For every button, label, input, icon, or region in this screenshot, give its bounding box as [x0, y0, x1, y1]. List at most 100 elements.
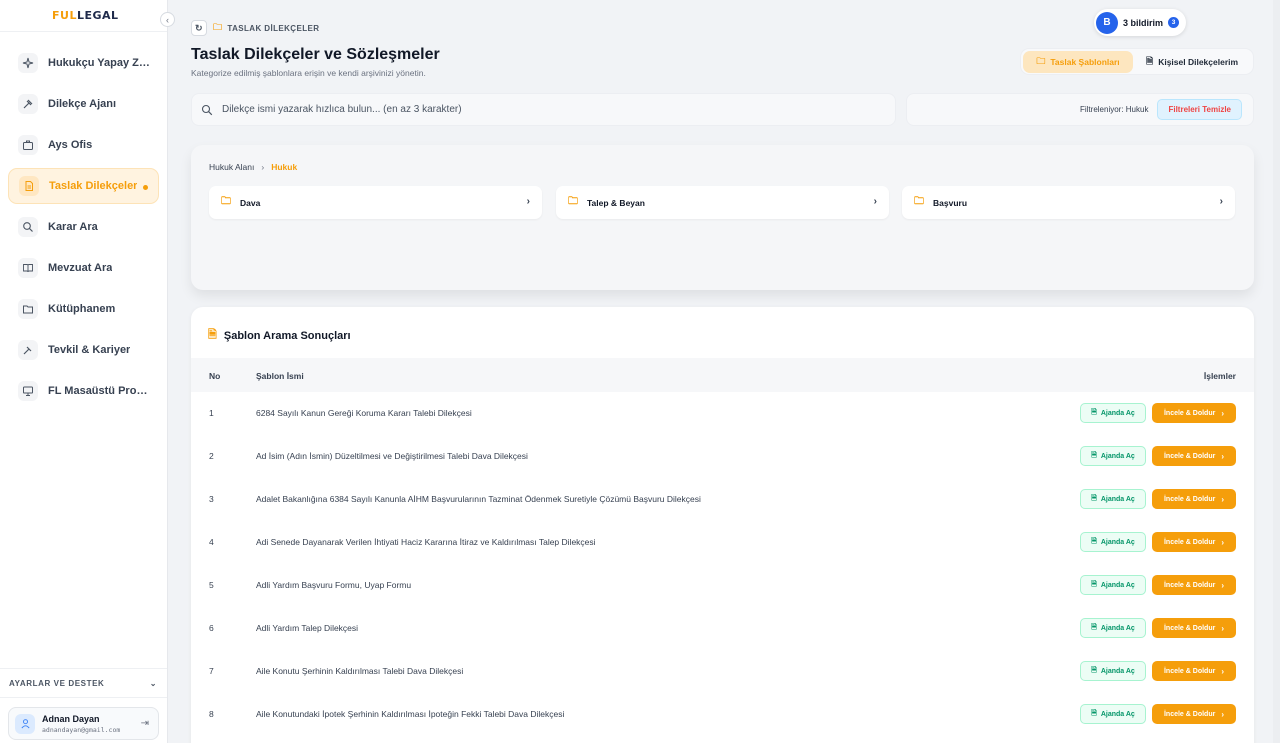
results-panel: 🗎 Şablon Arama Sonuçları No Şablon İsmi …	[191, 307, 1254, 743]
sidebar-item-karar-ara[interactable]: Karar Ara	[8, 209, 159, 245]
template-name[interactable]: Adli Yardım Başvuru Formu, Uyap Formu	[256, 580, 411, 590]
user-name: Adnan Dayan	[42, 713, 100, 724]
tab-kisisel-dilekcelerim[interactable]: 🗎 Kişisel Dilekçelerim	[1133, 51, 1251, 73]
open-agenda-button[interactable]: 🗎 Ajanda Aç	[1080, 489, 1146, 509]
button-label: İncele & Doldur	[1163, 409, 1216, 417]
folder-icon: 🗀	[213, 22, 223, 32]
breadcrumb-current: Hukuk	[271, 162, 298, 172]
tab-label: Taslak Şablonları	[1050, 56, 1120, 67]
category-card-dava[interactable]: 🗀 Dava ›	[209, 186, 542, 219]
sidebar-nav: Hukukçu Yapay Zeka Dilekçe Ajanı Ays Ofi…	[0, 32, 167, 409]
review-fill-button[interactable]: İncele & Doldur ›	[1152, 446, 1236, 466]
review-fill-button[interactable]: İncele & Doldur ›	[1152, 532, 1236, 552]
document-icon: 🗎	[1091, 623, 1097, 631]
open-agenda-button[interactable]: 🗎 Ajanda Aç	[1080, 618, 1146, 638]
category-breadcrumb: Hukuk Alanı › Hukuk	[209, 162, 297, 172]
notification-count-badge: 3	[1168, 17, 1180, 28]
open-agenda-button[interactable]: 🗎 Ajanda Aç	[1080, 704, 1146, 724]
category-card-basvuru[interactable]: 🗀 Başvuru ›	[902, 186, 1235, 219]
button-label: İncele & Doldur	[1163, 538, 1216, 546]
sidebar-item-dilekce-ajani[interactable]: Dilekçe Ajanı	[8, 86, 159, 122]
sidebar-item-hukukcu-yapay-zeka[interactable]: Hukukçu Yapay Zeka	[8, 45, 159, 81]
row-number: 7	[209, 666, 214, 676]
sidebar-item-ays-ofis[interactable]: Ays Ofis	[8, 127, 159, 163]
logo-part-legal: LEGAL	[76, 9, 119, 22]
table-row: 3 Adalet Bakanlığına 6384 Sayılı Kanunla…	[191, 478, 1254, 521]
button-label: Ajanda Aç	[1100, 495, 1135, 503]
search-icon	[201, 104, 213, 115]
search-input[interactable]	[222, 104, 822, 115]
chevron-right-icon: ›	[1221, 451, 1224, 461]
template-name[interactable]: Adalet Bakanlığına 6384 Sayılı Kanunla A…	[256, 494, 701, 504]
sparkles-icon	[18, 53, 38, 73]
document-icon: 🗎	[1091, 709, 1097, 717]
user-card[interactable]: Adnan Dayan adnandayan@gmail.com ⇥	[8, 707, 159, 740]
search-icon	[18, 217, 38, 237]
refresh-icon: ↻	[195, 22, 203, 33]
table-header: No Şablon İsmi İşlemler	[191, 358, 1254, 392]
review-fill-button[interactable]: İncele & Doldur ›	[1152, 661, 1236, 681]
notifications-label: 3 bildirim	[1123, 17, 1164, 28]
results-title: 🗎 Şablon Arama Sonuçları	[208, 326, 351, 345]
template-name[interactable]: Adi Senede Dayanarak Verilen İhtiyati Ha…	[256, 537, 596, 547]
app-logo[interactable]: FUL LEGAL	[0, 0, 167, 32]
table-row: 8 Aile Konutundaki İpotek Şerhinin Kaldı…	[191, 693, 1254, 736]
settings-label: AYARLAR VE DESTEK	[9, 678, 105, 688]
open-agenda-button[interactable]: 🗎 Ajanda Aç	[1080, 661, 1146, 681]
open-agenda-button[interactable]: 🗎 Ajanda Aç	[1080, 403, 1146, 423]
open-agenda-button[interactable]: 🗎 Ajanda Aç	[1080, 532, 1146, 552]
template-name[interactable]: Adli Yardım Talep Dilekçesi	[256, 623, 358, 633]
sidebar: FUL LEGAL Hukukçu Yapay Zeka Dilekçe Ajan…	[0, 0, 168, 743]
clear-filters-button[interactable]: Filtreleri Temizle	[1157, 99, 1242, 120]
review-fill-button[interactable]: İncele & Doldur ›	[1152, 403, 1236, 423]
review-fill-button[interactable]: İncele & Doldur ›	[1152, 575, 1236, 595]
button-label: Ajanda Aç	[1100, 538, 1135, 546]
document-icon: 🗎	[1091, 666, 1097, 674]
sidebar-item-taslak-dilekceler[interactable]: Taslak Dilekçeler	[8, 168, 159, 204]
button-label: Ajanda Aç	[1100, 452, 1135, 460]
open-agenda-button[interactable]: 🗎 Ajanda Aç	[1080, 446, 1146, 466]
chevron-right-icon: ›	[1221, 666, 1224, 676]
document-icon: 🗎	[1091, 494, 1097, 502]
sidebar-collapse-button[interactable]: ‹	[160, 12, 175, 27]
folder-icon: 🗀	[568, 196, 578, 207]
sidebar-item-tevkil-kariyer[interactable]: Tevkil & Kariyer	[8, 332, 159, 368]
review-fill-button[interactable]: İncele & Doldur ›	[1152, 489, 1236, 509]
hammer-icon	[18, 340, 38, 360]
review-fill-button[interactable]: İncele & Doldur ›	[1152, 618, 1236, 638]
tab-taslak-sablonlari[interactable]: 🗀 Taslak Şablonları	[1023, 50, 1133, 73]
sidebar-item-label: Karar Ara	[48, 221, 98, 233]
document-icon: 🗎	[208, 329, 217, 341]
category-card-talep-beyan[interactable]: 🗀 Talep & Beyan ›	[556, 186, 889, 219]
template-name[interactable]: Aile Konutu Şerhinin Kaldırılması Talebi…	[256, 666, 463, 676]
template-name[interactable]: Ad İsim (Adın İsmin) Düzeltilmesi ve Değ…	[256, 451, 528, 461]
settings-support-toggle[interactable]: AYARLAR VE DESTEK ⌄	[0, 668, 167, 698]
page-scrollbar[interactable]	[1273, 0, 1280, 743]
sidebar-item-label: Mevzuat Ara	[48, 262, 113, 274]
notifications-button[interactable]: B 3 bildirim 3	[1094, 9, 1186, 36]
active-indicator-dot	[143, 185, 148, 190]
logout-icon[interactable]: ⇥	[141, 718, 149, 729]
filter-bar: Filtreleniyor: Hukuk Filtreleri Temizle	[906, 93, 1254, 126]
row-number: 6	[209, 623, 214, 633]
column-header-name: Şablon İsmi	[256, 371, 304, 381]
search-bar	[191, 93, 896, 126]
sidebar-item-kutuphanem[interactable]: Kütüphanem	[8, 291, 159, 327]
row-number: 5	[209, 580, 214, 590]
logo-part-ful: FUL	[52, 9, 77, 22]
template-name[interactable]: Aile Konutundaki İpotek Şerhinin Kaldırı…	[256, 709, 564, 719]
sidebar-item-mevzuat-ara[interactable]: Mevzuat Ara	[8, 250, 159, 286]
review-fill-button[interactable]: İncele & Doldur ›	[1152, 704, 1236, 724]
row-number: 4	[209, 537, 214, 547]
row-number: 2	[209, 451, 214, 461]
sidebar-item-label: FL Masaüstü Programı	[48, 385, 152, 397]
button-label: Ajanda Aç	[1100, 581, 1135, 589]
sidebar-item-fl-masaustu[interactable]: FL Masaüstü Programı	[8, 373, 159, 409]
category-label: Başvuru	[933, 197, 968, 208]
open-agenda-button[interactable]: 🗎 Ajanda Aç	[1080, 575, 1146, 595]
button-label: Ajanda Aç	[1100, 710, 1135, 718]
template-name[interactable]: 6284 Sayılı Kanun Gereği Koruma Kararı T…	[256, 408, 472, 418]
breadcrumb-root[interactable]: Hukuk Alanı	[209, 162, 254, 172]
sidebar-item-label: Taslak Dilekçeler	[49, 180, 138, 192]
refresh-button[interactable]: ↻	[191, 20, 207, 36]
